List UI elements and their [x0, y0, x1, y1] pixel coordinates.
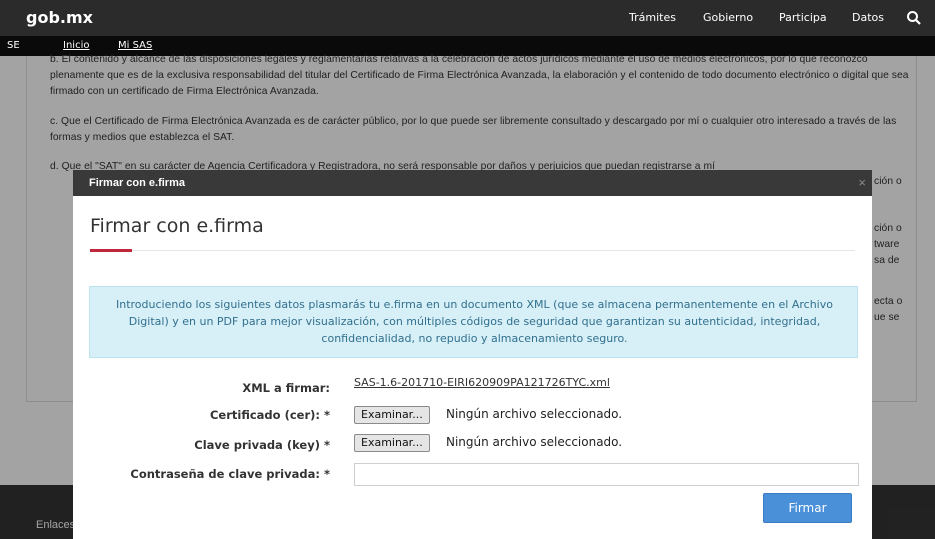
info-alert-text: Introduciendo los siguientes datos plasm…	[116, 298, 833, 345]
password-label: Contraseña de clave privada: *	[130, 467, 330, 481]
modal-header-title: Firmar con e.firma	[89, 177, 185, 189]
certificado-status: Ningún archivo seleccionado.	[446, 407, 623, 421]
search-icon[interactable]	[906, 10, 922, 26]
certificado-browse-button[interactable]: Examinar...	[354, 406, 430, 424]
info-alert: Introduciendo los siguientes datos plasm…	[89, 286, 858, 358]
subnav-link-mi-sas[interactable]: Mi SAS	[118, 40, 152, 51]
close-icon[interactable]: ×	[858, 175, 866, 190]
subnav-brand: SE	[7, 40, 20, 51]
nav-gobierno[interactable]: Gobierno	[703, 11, 753, 24]
nav-datos[interactable]: Datos	[852, 11, 884, 24]
top-navbar: gob.mx Trámites Gobierno Participa Datos	[0, 0, 935, 36]
gobmx-logo[interactable]: gob.mx	[26, 8, 93, 27]
modal-header: Firmar con e.firma ×	[73, 170, 872, 196]
clave-browse-button[interactable]: Examinar...	[354, 434, 430, 452]
xml-label: XML a firmar:	[242, 381, 330, 395]
certificado-label: Certificado (cer): *	[209, 408, 330, 422]
modal-title: Firmar con e.firma	[90, 215, 264, 237]
xml-file-link[interactable]: SAS-1.6-201710-EIRI620909PA121726TYC.xml	[354, 376, 610, 389]
nav-tramites[interactable]: Trámites	[629, 11, 676, 24]
divider	[90, 250, 855, 251]
firmar-button[interactable]: Firmar	[763, 493, 852, 523]
title-accent-bar	[90, 249, 132, 252]
password-field[interactable]	[354, 463, 859, 486]
clave-status: Ningún archivo seleccionado.	[446, 435, 623, 449]
subnav-link-inicio[interactable]: Inicio	[63, 40, 89, 51]
nav-participa[interactable]: Participa	[779, 11, 827, 24]
firma-modal: Firmar con e.firma × Firmar con e.firma …	[73, 170, 872, 539]
clave-privada-label: Clave privada (key) *	[194, 438, 330, 452]
